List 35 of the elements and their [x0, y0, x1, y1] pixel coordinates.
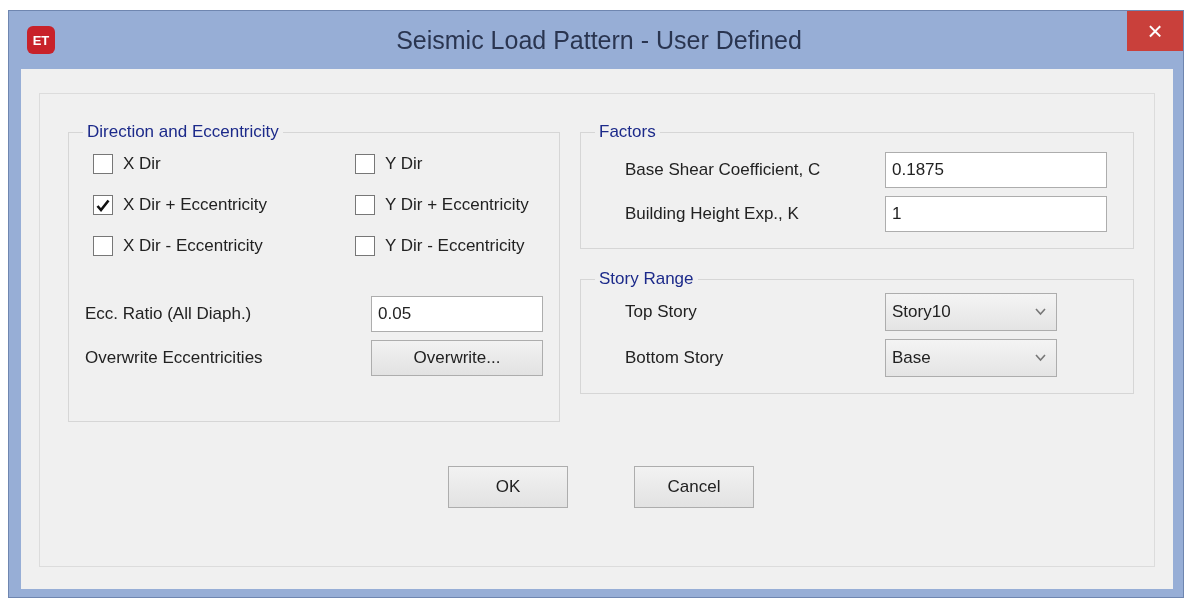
field-label: Building Height Exp., K [624, 204, 800, 224]
checkbox-label: Y Dir + Eccentricity [385, 195, 529, 215]
checkbox-label: X Dir - Eccentricity [123, 236, 263, 256]
group-title: Direction and Eccentricity [86, 122, 280, 142]
field-label: Overwrite Eccentricities [85, 348, 264, 368]
close-button[interactable]: × [1127, 11, 1183, 51]
dropdown[interactable]: Base [885, 339, 1057, 377]
checkbox-label: X Dir + Eccentricity [123, 195, 268, 215]
overwrite-button[interactable]: Overwrite... [371, 340, 543, 376]
input-field[interactable]: 0.1875 [885, 152, 1107, 188]
checkmark-icon [96, 198, 110, 212]
checkbox[interactable] [355, 236, 375, 256]
checkbox[interactable] [355, 154, 375, 174]
field-label: Ecc. Ratio (All Diaph.) [85, 304, 253, 324]
checkbox-label: X Dir [123, 154, 161, 174]
checkbox[interactable] [93, 236, 113, 256]
group-title: Factors [598, 122, 657, 142]
group-title: Story Range [598, 269, 695, 289]
caret-icon [1035, 354, 1046, 362]
dialog-button[interactable]: OK [448, 466, 568, 508]
caret-icon [1035, 308, 1046, 316]
field-label: Base Shear Coefficient, C [624, 160, 822, 180]
app-icon: ET [27, 26, 55, 54]
field-label: Bottom Story [624, 348, 725, 368]
checkbox[interactable] [93, 154, 113, 174]
ecc-ratio-field[interactable]: 0.05 [371, 296, 543, 332]
dialog-button[interactable]: Cancel [634, 466, 754, 508]
checkbox-label: Y Dir - Eccentricity [385, 236, 525, 256]
checkbox[interactable] [93, 195, 113, 215]
checkbox-label: Y Dir [385, 154, 423, 174]
dropdown[interactable]: Story10 [885, 293, 1057, 331]
window-title: Seismic Load Pattern - User Defined [395, 25, 803, 55]
checkbox[interactable] [355, 195, 375, 215]
input-field[interactable]: 1 [885, 196, 1107, 232]
field-label: Top Story [624, 302, 698, 322]
